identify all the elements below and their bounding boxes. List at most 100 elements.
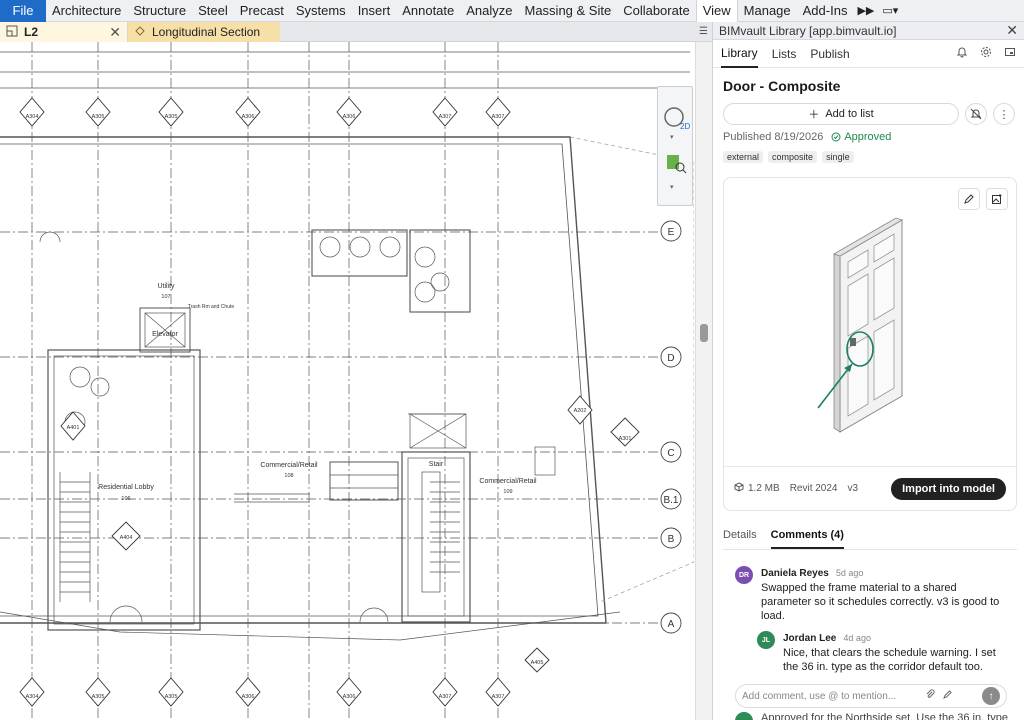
- popout-icon[interactable]: [1004, 46, 1016, 61]
- tab-l2[interactable]: L2 ✕: [0, 22, 128, 42]
- file-size: 1.2 MB: [748, 483, 780, 494]
- tab-list-icon[interactable]: ☰: [699, 26, 708, 37]
- room-label-commercial-2: Commercial/Retail: [479, 478, 537, 485]
- gear-icon[interactable]: [980, 46, 992, 61]
- tab-comments[interactable]: Comments (4): [770, 529, 844, 549]
- zoom-region-icon[interactable]: [667, 155, 687, 174]
- bell-icon[interactable]: [956, 46, 968, 61]
- floor-plan-drawing: E D C B.1 B A A304 A305 A305 A306 A306 A…: [0, 42, 694, 720]
- tab-insert[interactable]: Insert: [352, 0, 397, 22]
- section-view-icon: [134, 25, 146, 40]
- tab-library[interactable]: Library: [721, 40, 758, 68]
- comment-text: Swapped the frame material to a shared p…: [761, 582, 1000, 622]
- attachment-icon[interactable]: [925, 689, 936, 703]
- comment-input[interactable]: Add comment, use @ to mention... ↑: [735, 684, 1007, 708]
- kebab-icon: ⋮: [998, 108, 1010, 121]
- tab-manage[interactable]: Manage: [738, 0, 797, 22]
- grid-label-d: D: [667, 353, 674, 364]
- pen-icon[interactable]: [942, 689, 953, 703]
- scrollbar-thumb[interactable]: [700, 324, 708, 342]
- tag-chip[interactable]: external: [723, 151, 764, 163]
- room-label-commercial-1: Commercial/Retail: [260, 462, 318, 469]
- room-number: 109: [503, 489, 512, 495]
- avatar: JL: [757, 631, 775, 649]
- tab-l2-label: L2: [24, 25, 39, 39]
- tab-lists[interactable]: Lists: [772, 40, 797, 68]
- floor-plan-icon: [6, 25, 18, 40]
- publish-meta: Published 8/19/2026 Approved: [723, 131, 1024, 143]
- drawing-canvas[interactable]: E D C B.1 B A A304 A305 A305 A306 A306 A…: [0, 42, 694, 720]
- vertical-scrollbar[interactable]: [695, 42, 712, 720]
- tab-longitudinal-section[interactable]: Longitudinal Section: [128, 22, 280, 42]
- comment-author: Jordan Lee: [783, 633, 837, 644]
- tab-publish[interactable]: Publish: [810, 40, 849, 68]
- avatar: DR: [735, 566, 753, 584]
- family-version: v3: [847, 483, 859, 494]
- section-tag: A306: [343, 114, 356, 120]
- grid-label-b: B: [668, 534, 675, 545]
- close-icon[interactable]: ✕: [109, 24, 121, 41]
- svg-text:2D: 2D: [680, 122, 690, 131]
- svg-text:▾: ▾: [670, 184, 674, 191]
- plus-icon: ＋: [808, 109, 820, 121]
- tag-chip[interactable]: composite: [768, 151, 818, 163]
- room-number: 107: [161, 294, 170, 300]
- section-tag: A307: [492, 114, 505, 120]
- ribbon-options-icon[interactable]: ▭▾: [878, 4, 902, 17]
- document-tab-bar: L2 ✕ Longitudinal Section ☰: [0, 22, 712, 42]
- steering-wheel-icon[interactable]: 2D: [664, 107, 690, 131]
- ribbon-overflow-icon[interactable]: ▶▶: [853, 4, 878, 17]
- tab-annotate[interactable]: Annotate: [396, 0, 460, 22]
- section-tag: A405: [531, 660, 544, 666]
- room-number: 106: [121, 496, 130, 502]
- section-tag: A401: [67, 425, 80, 431]
- tab-architecture[interactable]: Architecture: [46, 0, 127, 22]
- tab-view[interactable]: View: [695, 0, 738, 22]
- add-to-list-button[interactable]: ＋ Add to list: [723, 103, 959, 125]
- section-tag: A301: [619, 436, 632, 442]
- room-label-trash: Trash Rm and Chute: [188, 304, 234, 310]
- panel-title-bar: BIMvault Library [app.bimvault.io] ✕: [713, 22, 1024, 40]
- tag-list: external composite single: [723, 151, 1024, 163]
- tab-collaborate[interactable]: Collaborate: [617, 0, 696, 22]
- import-into-model-button[interactable]: Import into model: [891, 477, 1006, 500]
- room-label-utility: Utility: [157, 283, 175, 290]
- tab-steel[interactable]: Steel: [192, 0, 234, 22]
- comment-item-partial: Approved for the Northside set. Use the …: [735, 712, 1024, 720]
- more-options-button[interactable]: ⋮: [993, 103, 1015, 125]
- section-tag: A305: [92, 694, 105, 700]
- bimvault-panel: BIMvault Library [app.bimvault.io] ✕ Lib…: [712, 22, 1024, 720]
- section-tag: A404: [120, 535, 133, 541]
- section-tag: A304: [26, 114, 39, 120]
- section-tag: A306: [242, 694, 255, 700]
- tab-structure[interactable]: Structure: [127, 0, 192, 22]
- section-tag: A307: [439, 694, 452, 700]
- room-label-lobby: Residential Lobby: [98, 484, 154, 491]
- tab-massing-site[interactable]: Massing & Site: [519, 0, 618, 22]
- comment-item: DR Daniela Reyes 5d ago Swapped the fram…: [735, 566, 1024, 623]
- preview-footer: 1.2 MB Revit 2024 v3 Import into model: [724, 466, 1016, 510]
- family-title: Door - Composite: [723, 78, 841, 94]
- navigation-bar[interactable]: 2D ▾ ▾: [657, 86, 693, 206]
- comment-reply: JL Jordan Lee 4d ago Nice, that clears t…: [757, 631, 1024, 674]
- avatar: [735, 712, 753, 720]
- file-menu-button[interactable]: File: [0, 0, 46, 22]
- status-badge: Approved: [831, 131, 891, 143]
- grid-label-b1: B.1: [663, 495, 678, 506]
- ribbon-bar: File Architecture Structure Steel Precas…: [0, 0, 1024, 22]
- tab-add-ins[interactable]: Add-Ins: [797, 0, 854, 22]
- tag-chip[interactable]: single: [822, 151, 854, 163]
- tab-systems[interactable]: Systems: [290, 0, 352, 22]
- tab-precast[interactable]: Precast: [234, 0, 290, 22]
- section-tag: A306: [343, 694, 356, 700]
- send-button[interactable]: ↑: [982, 687, 1000, 705]
- grid-label-a: A: [668, 619, 675, 630]
- section-tag: A304: [26, 694, 39, 700]
- close-panel-icon[interactable]: ✕: [1006, 22, 1018, 39]
- mute-notifications-button[interactable]: [965, 103, 987, 125]
- panel-tabs: Library Lists Publish: [713, 40, 1024, 68]
- family-preview-card: 1.2 MB Revit 2024 v3 Import into model: [723, 177, 1017, 511]
- tab-analyze[interactable]: Analyze: [460, 0, 518, 22]
- door-3d-preview: [817, 217, 903, 433]
- tab-details[interactable]: Details: [723, 529, 757, 549]
